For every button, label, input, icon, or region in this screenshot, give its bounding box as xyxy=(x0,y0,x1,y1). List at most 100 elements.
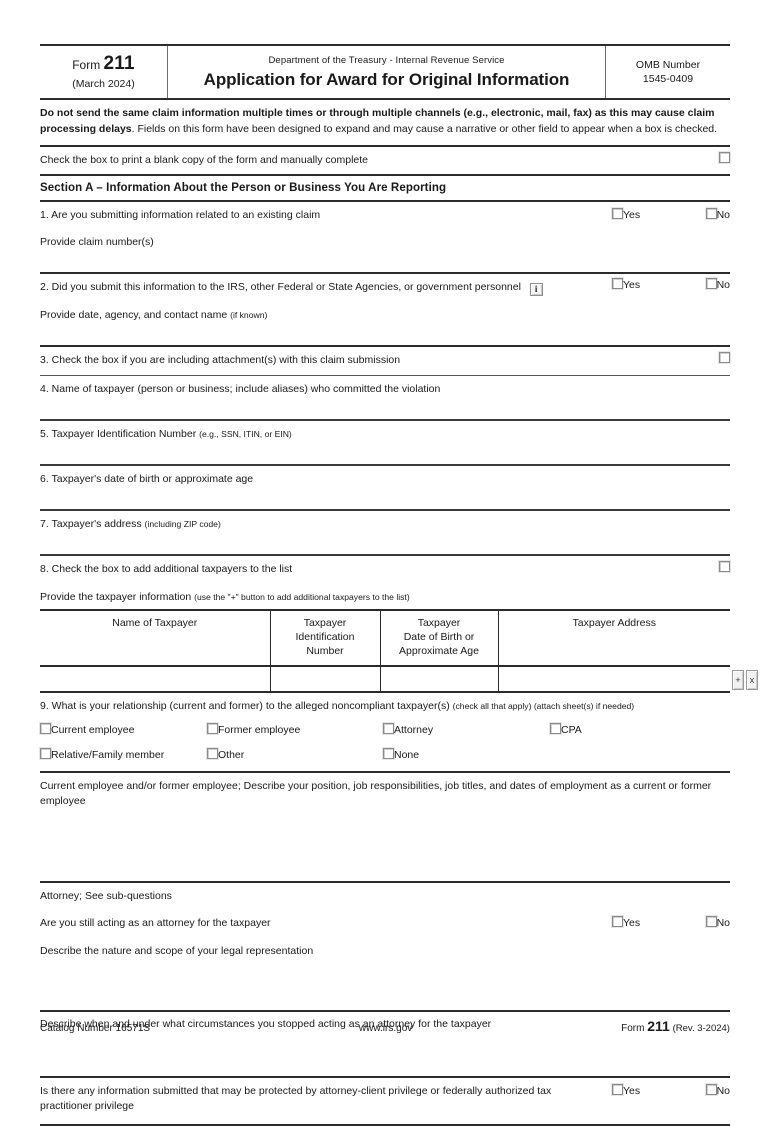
question-8-subtitle-hint: (use the "+" button to add additional ta… xyxy=(194,591,410,602)
table-row xyxy=(40,665,730,692)
column-header-dob: Taxpayer Date of Birth or Approximate Ag… xyxy=(380,610,499,667)
checkbox-icon xyxy=(383,722,394,734)
question-8-checkbox[interactable] xyxy=(719,561,730,576)
department-name: Department of the Treasury - Internal Re… xyxy=(268,54,505,66)
footer-revision: (Rev. 3-2024) xyxy=(672,1023,730,1034)
question-9-options-grid: Current employee Former employee Attorne… xyxy=(40,715,730,771)
question-3-checkbox[interactable] xyxy=(719,352,730,367)
attorney-still-acting-row: Are you still acting as an attorney for … xyxy=(40,910,730,937)
attorney-heading-label: Attorney; See sub-questions xyxy=(40,890,172,903)
checkbox-icon xyxy=(207,747,218,759)
option-former-employee[interactable]: Former employee xyxy=(207,720,383,738)
column-header-address-text: Taxpayer Address xyxy=(572,616,656,629)
form-label: Form xyxy=(72,58,101,72)
attorney-heading-row: Attorney; See sub-questions xyxy=(40,883,730,910)
omb-label: OMB Number xyxy=(635,58,701,71)
option-other[interactable]: Other xyxy=(207,745,383,763)
header-omb-cell: OMB Number 1545-0409 xyxy=(606,46,730,98)
question-9-hint: (check all that apply) (attach sheet(s) … xyxy=(452,701,635,712)
question-4-label: 4. Name of taxpayer (person or business;… xyxy=(40,382,441,395)
cell-dob[interactable] xyxy=(380,665,499,692)
column-header-address: Taxpayer Address xyxy=(498,611,730,667)
attorney-still-acting-no-option[interactable]: No xyxy=(705,916,730,931)
checkbox-icon xyxy=(719,352,730,364)
remove-row-button[interactable]: x xyxy=(746,670,758,691)
option-relative-family-member[interactable]: Relative/Family member xyxy=(40,745,207,763)
privilege-question-row: Is there any information submitted that … xyxy=(40,1078,730,1124)
question-2-details-row[interactable]: Provide date, agency, and contact name (… xyxy=(40,302,730,345)
attorney-describe-nature-row[interactable]: Describe the nature and scope of your le… xyxy=(40,938,730,1011)
option-none[interactable]: None xyxy=(383,745,550,763)
cell-tin[interactable] xyxy=(270,665,381,692)
notice-paragraph: Do not send the same claim information m… xyxy=(40,100,730,145)
question-2-yes-option[interactable]: Yes xyxy=(612,278,640,293)
option-current-employee[interactable]: Current employee xyxy=(40,720,207,738)
column-header-tin-line1: Taxpayer xyxy=(303,616,347,629)
privilege-no-option[interactable]: No xyxy=(705,1083,730,1099)
omb-number: 1545-0409 xyxy=(642,73,694,85)
print-blank-copy-row: Check the box to print a blank copy of t… xyxy=(40,147,730,174)
question-7-label: 7. Taxpayer's address xyxy=(40,518,145,531)
question-2-details-hint: (if known) xyxy=(230,310,268,321)
question-2-details-label: Provide date, agency, and contact name xyxy=(40,309,231,322)
question-1-claim-number-row[interactable]: Provide claim number(s) xyxy=(40,229,730,272)
taxpayer-table-header-row: Name of Taxpayer Taxpayer Identification… xyxy=(40,610,730,667)
attorney-still-acting-yes-option[interactable]: Yes xyxy=(612,916,640,931)
cell-name[interactable] xyxy=(40,665,271,692)
attorney-still-acting-yesno-group: Yes No xyxy=(612,916,730,931)
footer-form-label: Form xyxy=(621,1023,645,1034)
print-blank-copy-label: Check the box to print a blank copy of t… xyxy=(40,153,369,166)
cell-address[interactable] xyxy=(498,665,730,692)
question-1-yes-option[interactable]: Yes xyxy=(612,207,640,223)
checkbox-icon xyxy=(550,722,561,734)
question-1-no-option[interactable]: No xyxy=(705,207,730,223)
question-7-hint: (including ZIP code) xyxy=(144,519,221,530)
question-5-row[interactable]: 5. Taxpayer Identification Number (e.g.,… xyxy=(40,421,730,464)
option-label: CPA xyxy=(561,723,582,736)
option-label: Current employee xyxy=(51,723,135,736)
print-blank-copy-checkbox[interactable] xyxy=(719,151,730,167)
question-2-no-option[interactable]: No xyxy=(705,278,730,293)
question-9-label: 9. What is your relationship (current an… xyxy=(40,700,453,713)
option-cpa[interactable]: CPA xyxy=(550,720,730,738)
question-2-label: 2. Did you submit this information to th… xyxy=(40,281,521,294)
column-header-dob-line3: Approximate Age xyxy=(399,645,479,658)
header-form-cell: Form 211 (March 2024) xyxy=(40,46,168,98)
form-footer: Catalog Number 16571S www.irs.gov Form 2… xyxy=(40,1010,730,1034)
no-label: No xyxy=(716,208,730,221)
form-revision-date: (March 2024) xyxy=(72,78,135,90)
checkbox-icon xyxy=(612,278,623,290)
section-a-heading: Section A – Information About the Person… xyxy=(40,181,447,194)
yes-label: Yes xyxy=(623,1084,641,1097)
question-5-hint: (e.g., SSN, ITIN, or EIN) xyxy=(199,428,292,439)
add-row-button[interactable]: + xyxy=(732,670,744,691)
checkbox-icon xyxy=(612,207,623,219)
question-1-yesno-group: Yes No xyxy=(612,207,730,223)
checkbox-icon xyxy=(207,722,218,734)
question-5-label: 5. Taxpayer Identification Number xyxy=(40,427,200,440)
option-attorney[interactable]: Attorney xyxy=(383,720,550,738)
header-title-cell: Department of the Treasury - Internal Re… xyxy=(168,46,606,98)
privilege-yesno-group: Yes No xyxy=(612,1083,730,1099)
form-title: Application for Award for Original Infor… xyxy=(203,69,570,89)
irs-website-link[interactable]: www.irs.gov xyxy=(359,1023,412,1034)
privilege-question-label: Is there any information submitted that … xyxy=(40,1084,552,1113)
checkbox-icon xyxy=(705,1083,717,1095)
checkbox-icon xyxy=(705,207,717,219)
catalog-number: Catalog Number 16571S xyxy=(40,1023,151,1034)
privilege-yes-option[interactable]: Yes xyxy=(612,1083,641,1099)
question-7-row[interactable]: 7. Taxpayer's address (including ZIP cod… xyxy=(40,511,730,554)
question-6-label: 6. Taxpayer's date of birth or approxima… xyxy=(40,473,254,486)
question-2-yesno-group: Yes No xyxy=(612,278,730,293)
footer-form-identifier: Form 211 (Rev. 3-2024) xyxy=(621,1018,730,1034)
employee-narrative-row[interactable]: Current employee and/or former employee;… xyxy=(40,773,730,881)
checkbox-icon xyxy=(719,561,730,573)
question-4-row[interactable]: 4. Name of taxpayer (person or business;… xyxy=(40,376,730,419)
question-8-subtitle-row: Provide the taxpayer information (use th… xyxy=(40,584,730,607)
form-number: 211 xyxy=(103,53,135,74)
yes-label: Yes xyxy=(623,279,641,292)
info-icon[interactable]: i xyxy=(529,283,543,297)
no-label: No xyxy=(716,279,730,292)
option-label: Other xyxy=(218,748,245,761)
question-6-row[interactable]: 6. Taxpayer's date of birth or approxima… xyxy=(40,466,730,509)
